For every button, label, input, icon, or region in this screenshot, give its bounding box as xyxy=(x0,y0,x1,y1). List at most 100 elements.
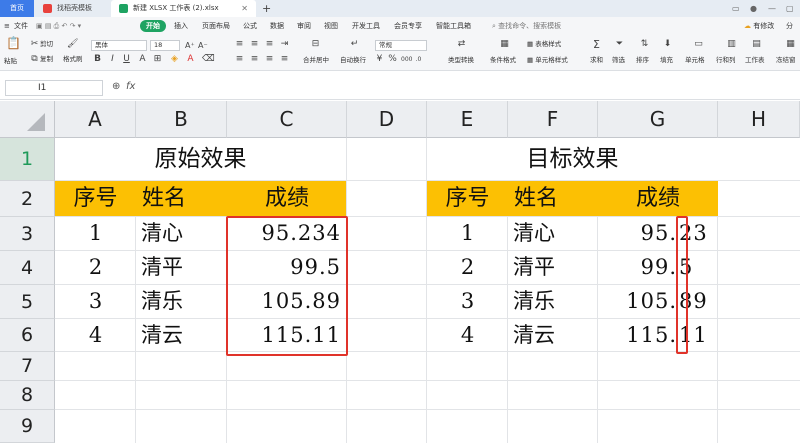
sum-icon[interactable]: Σ xyxy=(592,39,601,50)
search-command[interactable]: ⌕ 查找命令、搜索模板 xyxy=(492,17,561,35)
col-header-d[interactable]: D xyxy=(347,101,427,138)
select-all-corner[interactable] xyxy=(0,101,55,138)
filter-label[interactable]: 筛选 xyxy=(612,56,625,65)
filter-icon[interactable]: ⏷ xyxy=(615,40,624,49)
hamburger-icon[interactable]: ≡ xyxy=(4,17,10,35)
right-header-score[interactable]: 成绩 xyxy=(598,181,718,216)
copy-icon[interactable]: ⧉ xyxy=(30,55,39,64)
quick-access-icons[interactable]: ▣ ▤ ⎙ ↶ ↷ ▾ xyxy=(36,17,81,35)
percent-icon[interactable]: % xyxy=(388,55,397,64)
user-avatar-icon[interactable]: ● xyxy=(750,0,757,17)
underline-icon[interactable]: U xyxy=(122,55,131,64)
paste-icon[interactable]: 📋 xyxy=(6,37,21,51)
copy-label[interactable]: 复制 xyxy=(40,55,53,64)
minimize-icon[interactable]: — xyxy=(768,0,776,17)
left-cell-index[interactable]: 3 xyxy=(55,285,136,318)
right-cell-score[interactable]: 115. 11 xyxy=(598,319,718,351)
right-cell-index[interactable]: 2 xyxy=(427,251,508,284)
freeze-icon[interactable]: ▦ xyxy=(786,40,795,49)
zoom-icon[interactable]: ⊕ xyxy=(112,81,120,92)
cut-label[interactable]: 剪切 xyxy=(40,40,53,49)
menu-review[interactable]: 审阅 xyxy=(297,17,311,35)
row-header-7[interactable]: 7 xyxy=(0,352,55,381)
menu-page-layout[interactable]: 页面布局 xyxy=(202,17,230,35)
tab-file[interactable]: 新建 XLSX 工作表 (2).xlsx ✕ xyxy=(111,0,256,17)
left-table-title[interactable]: 原始效果 xyxy=(55,138,346,180)
new-tab-icon[interactable]: + xyxy=(262,0,271,17)
row-header-8[interactable]: 8 xyxy=(0,381,55,410)
menu-view[interactable]: 视图 xyxy=(324,17,338,35)
sort-label[interactable]: 排序 xyxy=(636,56,649,65)
row-col-icon[interactable]: ▥ xyxy=(727,40,736,49)
left-header-name[interactable]: 姓名 xyxy=(136,181,227,216)
wrap-text-label[interactable]: 自动换行 xyxy=(340,56,366,65)
align-bottom-icon[interactable]: ≡ xyxy=(265,40,274,49)
row-header-2[interactable]: 2 xyxy=(0,181,55,217)
sheet-label[interactable]: 工作表 xyxy=(745,56,765,65)
conditional-format-icon[interactable]: ▦ xyxy=(500,40,509,49)
row-header-6[interactable]: 6 xyxy=(0,319,55,352)
row-header-3[interactable]: 3 xyxy=(0,217,55,251)
left-cell-name[interactable]: 清心 xyxy=(136,217,227,250)
border-icon[interactable]: ⊞ xyxy=(153,55,162,64)
right-cell-index[interactable]: 1 xyxy=(427,217,508,250)
row-header-4[interactable]: 4 xyxy=(0,251,55,285)
justify-icon[interactable]: ≡ xyxy=(280,55,289,64)
menu-formula[interactable]: 公式 xyxy=(243,17,257,35)
modify-button[interactable]: ☁ 有修改 xyxy=(744,17,774,35)
cut-icon[interactable]: ✂ xyxy=(30,40,39,49)
right-cell-name[interactable]: 清平 xyxy=(508,251,598,284)
right-cell-index[interactable]: 3 xyxy=(427,285,508,318)
table-style-button[interactable]: ▦ 表格样式 xyxy=(527,40,561,49)
left-cell-index[interactable]: 4 xyxy=(55,319,136,351)
conditional-format-label[interactable]: 条件格式 xyxy=(490,56,516,65)
right-cell-name[interactable]: 清乐 xyxy=(508,285,598,318)
strikethrough-icon[interactable]: A xyxy=(138,55,147,64)
sort-icon[interactable]: ⇅ xyxy=(640,40,649,49)
tab-home[interactable]: 首页 xyxy=(0,0,34,17)
italic-icon[interactable]: I xyxy=(108,55,117,64)
type-convert-label[interactable]: 类型转换 xyxy=(448,56,474,65)
format-painter-icon[interactable]: 🖌 xyxy=(67,40,78,49)
maximize-icon[interactable]: ▢ xyxy=(786,0,794,17)
right-cell-name[interactable]: 清云 xyxy=(508,319,598,351)
left-cell-index[interactable]: 2 xyxy=(55,251,136,284)
close-tab-icon[interactable]: ✕ xyxy=(241,0,248,17)
align-top-icon[interactable]: ≡ xyxy=(235,40,244,49)
fx-icon[interactable]: fx xyxy=(126,81,135,92)
col-header-h[interactable]: H xyxy=(718,101,800,138)
merge-center-icon[interactable]: ⊟ xyxy=(311,40,320,49)
row-header-5[interactable]: 5 xyxy=(0,285,55,319)
sheet-icon[interactable]: ▤ xyxy=(752,40,761,49)
left-cell-name[interactable]: 清平 xyxy=(136,251,227,284)
col-header-f[interactable]: F xyxy=(508,101,598,138)
row-header-1[interactable]: 1 xyxy=(0,138,55,181)
col-header-e[interactable]: E xyxy=(427,101,508,138)
type-convert-icon[interactable]: ⇄ xyxy=(457,40,466,49)
thousands-icon[interactable]: 000 xyxy=(401,55,412,64)
cell-style-button[interactable]: ▦ 单元格样式 xyxy=(527,56,568,65)
share-button[interactable]: 分 xyxy=(786,17,793,35)
menu-smart-toolbox[interactable]: 智能工具箱 xyxy=(436,17,471,35)
row-header-9[interactable]: 9 xyxy=(0,410,55,443)
cell-icon[interactable]: ▭ xyxy=(694,40,703,49)
fill-label[interactable]: 填充 xyxy=(660,56,673,65)
number-format-select[interactable]: 常规 xyxy=(375,40,427,51)
right-cell-score[interactable]: 95. 23 xyxy=(598,217,718,250)
sum-label[interactable]: 求和 xyxy=(590,56,603,65)
right-cell-name[interactable]: 清心 xyxy=(508,217,598,250)
font-shrink-icon[interactable]: A⁻ xyxy=(198,41,208,50)
right-header-index[interactable]: 序号 xyxy=(427,181,508,216)
col-header-g[interactable]: G xyxy=(598,101,718,138)
format-painter-label[interactable]: 格式刷 xyxy=(63,55,83,64)
col-header-a[interactable]: A xyxy=(55,101,136,138)
row-col-label[interactable]: 行和列 xyxy=(716,56,736,65)
menu-member[interactable]: 会员专享 xyxy=(394,17,422,35)
decimal-increase-icon[interactable]: .0 xyxy=(414,55,423,64)
menu-start[interactable]: 开始 xyxy=(140,20,166,32)
col-header-c[interactable]: C xyxy=(227,101,347,138)
currency-icon[interactable]: ¥ xyxy=(375,55,384,64)
menu-data[interactable]: 数据 xyxy=(270,17,284,35)
font-family-select[interactable]: 黑体 xyxy=(91,40,147,51)
formula-input[interactable] xyxy=(142,79,797,97)
